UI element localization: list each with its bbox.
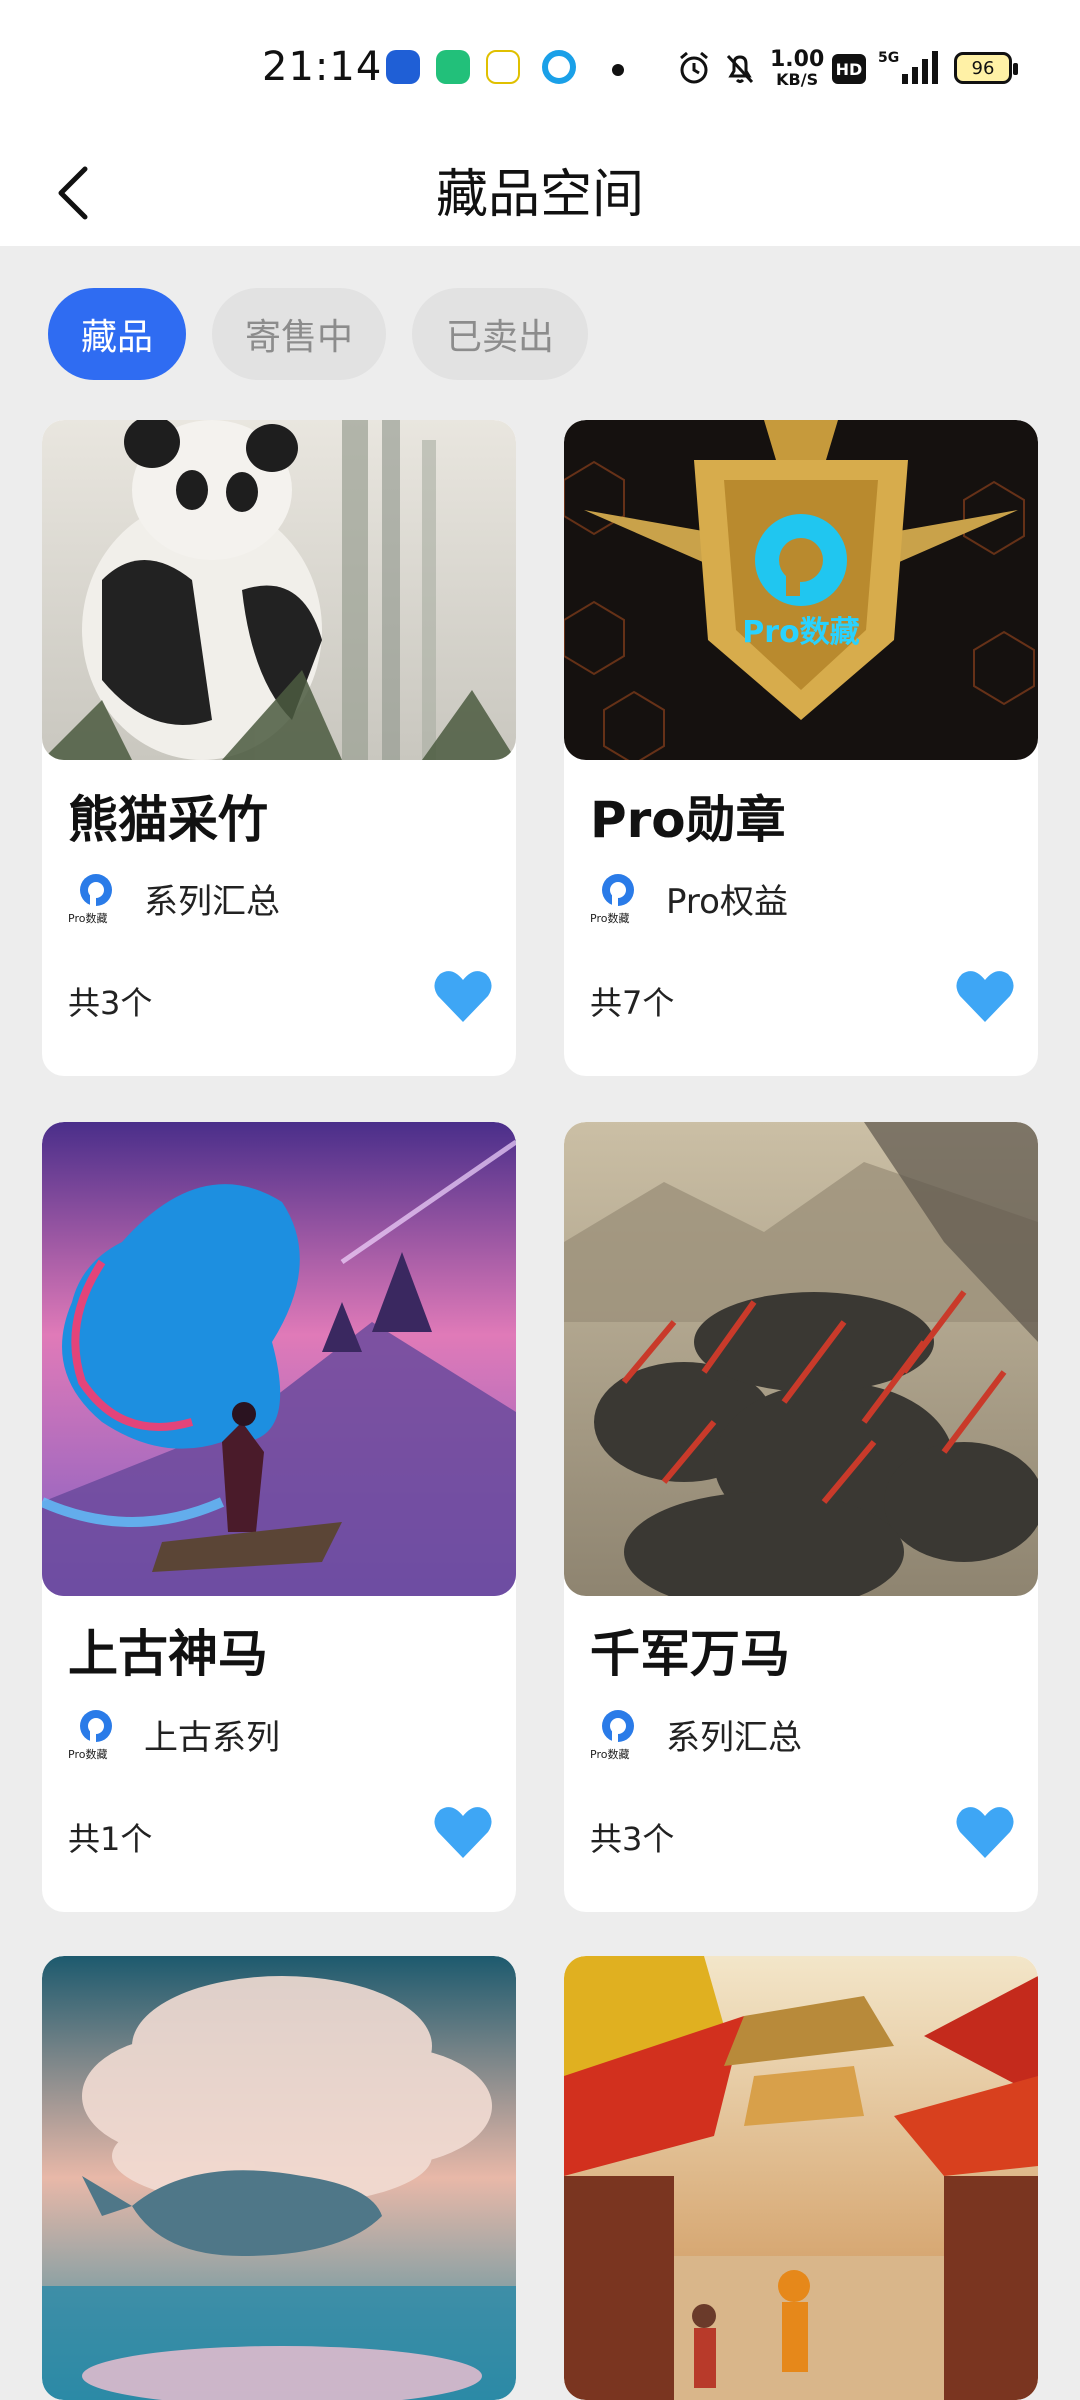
app-notification-icon [436, 50, 470, 84]
series-name: 系列汇总 [144, 881, 280, 922]
medal-text: Pro数藏 [742, 615, 859, 650]
status-time: 21:14 [262, 44, 383, 90]
tab-collection[interactable]: 藏品 [48, 288, 186, 380]
collectible-title: 上古神马 [68, 1625, 268, 1683]
status-bar: 21:14 1.00 KB/S HD 5G 96 [0, 0, 1080, 140]
series-logo-label: Pro数藏 [590, 912, 630, 925]
top-nav-bar: 藏品空间 [0, 140, 1080, 246]
collectible-title: 千军万马 [590, 1625, 790, 1683]
collectible-image [42, 420, 516, 760]
hd-badge: HD [832, 54, 866, 84]
app-notification-icon [486, 50, 520, 84]
speed-unit: KB/S [776, 70, 819, 89]
series-logo-icon: Pro数藏 [590, 1706, 646, 1762]
item-count: 共7个 [590, 984, 675, 1022]
heart-icon[interactable] [432, 968, 494, 1024]
item-count: 共3个 [68, 984, 153, 1022]
mute-bell-icon [726, 54, 754, 84]
series-logo-icon: Pro数藏 [68, 870, 124, 926]
collectible-title: Pro勋章 [590, 791, 786, 849]
series-logo-icon: Pro数藏 [68, 1706, 124, 1762]
speed-value: 1.00 [770, 47, 825, 72]
tab-on-sale[interactable]: 寄售中 [212, 288, 386, 380]
series-name: 上古系列 [144, 1717, 280, 1758]
tab-sold[interactable]: 已卖出 [412, 288, 588, 380]
series-row: Pro数藏 系列汇总 [68, 870, 280, 926]
series-logo-label: Pro数藏 [68, 912, 108, 925]
heart-icon[interactable] [432, 1804, 494, 1860]
series-name: Pro权益 [666, 881, 788, 922]
more-notifications-dot [612, 64, 624, 76]
item-count: 共3个 [590, 1820, 675, 1858]
page-title: 藏品空间 [435, 165, 644, 225]
heart-icon[interactable] [954, 1804, 1016, 1860]
collectible-image [564, 1956, 1038, 2400]
alarm-icon [680, 51, 708, 84]
collectible-image [42, 1956, 516, 2400]
signal-icon [902, 51, 938, 84]
tab-bar: 藏品 寄售中 已卖出 [48, 288, 588, 380]
series-logo-icon: Pro数藏 [590, 870, 646, 926]
series-row: Pro数藏 Pro权益 [590, 870, 788, 926]
collectible-card[interactable] [42, 1956, 516, 2400]
collectible-image [564, 1122, 1038, 1596]
series-logo-label: Pro数藏 [68, 1748, 108, 1761]
collectible-image [42, 1122, 516, 1596]
series-logo-label: Pro数藏 [590, 1748, 630, 1761]
collectible-image: Pro数藏 [564, 420, 1038, 760]
battery-indicator: 96 [954, 52, 1018, 84]
item-count: 共1个 [68, 1820, 153, 1858]
series-name: 系列汇总 [666, 1717, 802, 1758]
series-row: Pro数藏 系列汇总 [590, 1706, 802, 1762]
network-type: 5G [878, 50, 900, 66]
app-notification-icon [386, 50, 420, 84]
heart-icon[interactable] [954, 968, 1016, 1024]
collectible-card[interactable]: 熊猫采竹 Pro数藏 系列汇总 共3个 [42, 420, 516, 1076]
collectible-card[interactable]: 上古神马 Pro数藏 上古系列 共1个 [42, 1122, 516, 1912]
collectible-card[interactable]: Pro数藏 Pro勋章 Pro数藏 Pro权益 共7个 [564, 420, 1038, 1076]
collectible-title: 熊猫采竹 [68, 791, 268, 849]
collectible-card[interactable]: 千军万马 Pro数藏 系列汇总 共3个 [564, 1122, 1038, 1912]
app-notification-icon [542, 50, 576, 84]
network-speed: 1.00 KB/S [770, 47, 825, 90]
series-row: Pro数藏 上古系列 [68, 1706, 280, 1762]
collectible-card[interactable] [564, 1956, 1038, 2400]
